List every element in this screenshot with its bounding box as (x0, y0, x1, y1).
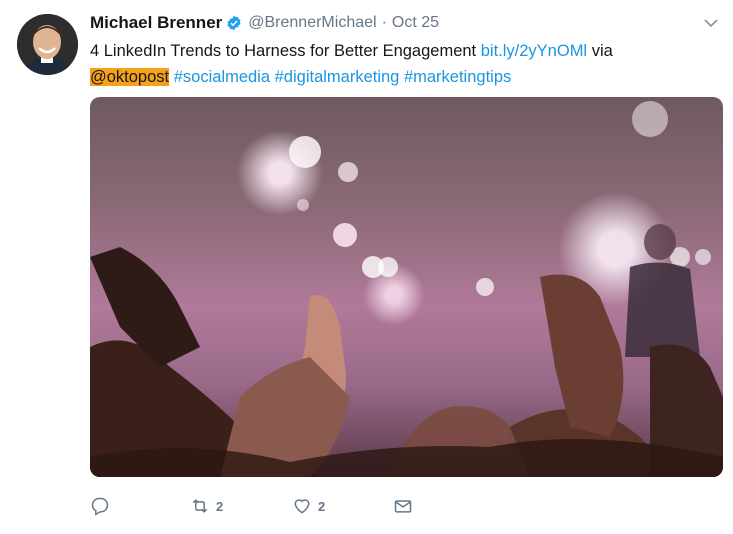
tweet[interactable]: Michael Brenner @BrennerMichael · Oct 25… (0, 0, 733, 534)
direct-message-button[interactable] (393, 494, 413, 518)
tweet-date[interactable]: Oct 25 (392, 14, 439, 32)
tweet-media-image[interactable] (90, 97, 723, 477)
separator-dot: · (381, 14, 387, 31)
avatar[interactable] (17, 14, 78, 75)
tweet-text-body: 4 LinkedIn Trends to Harness for Better … (90, 42, 481, 60)
author-handle[interactable]: @BrennerMichael (248, 14, 376, 32)
reply-icon (91, 497, 109, 516)
tweet-text: 4 LinkedIn Trends to Harness for Better … (90, 38, 720, 90)
author-name[interactable]: Michael Brenner (90, 13, 222, 33)
like-icon (294, 499, 310, 514)
like-button[interactable]: 2 (292, 494, 325, 518)
hashtag-digitalmarketing[interactable]: #digitalmarketing (275, 68, 400, 86)
like-count: 2 (318, 498, 326, 514)
hashtag-socialmedia[interactable]: #socialmedia (174, 68, 270, 86)
tweet-link[interactable]: bit.ly/2yYnOMl (481, 42, 587, 60)
reply-button[interactable] (90, 494, 116, 518)
chevron-down-icon[interactable] (702, 14, 720, 32)
retweet-icon (192, 499, 208, 513)
mention-oktopost[interactable]: @oktopost (90, 68, 170, 86)
verified-icon (227, 15, 241, 31)
tweet-header: Michael Brenner @BrennerMichael · Oct 25 (90, 12, 439, 34)
tweet-text-via: via (587, 42, 613, 60)
retweet-button[interactable]: 2 (190, 494, 223, 518)
retweet-count: 2 (216, 498, 224, 514)
hashtag-marketingtips[interactable]: #marketingtips (404, 68, 511, 86)
direct-message-icon (394, 500, 412, 513)
